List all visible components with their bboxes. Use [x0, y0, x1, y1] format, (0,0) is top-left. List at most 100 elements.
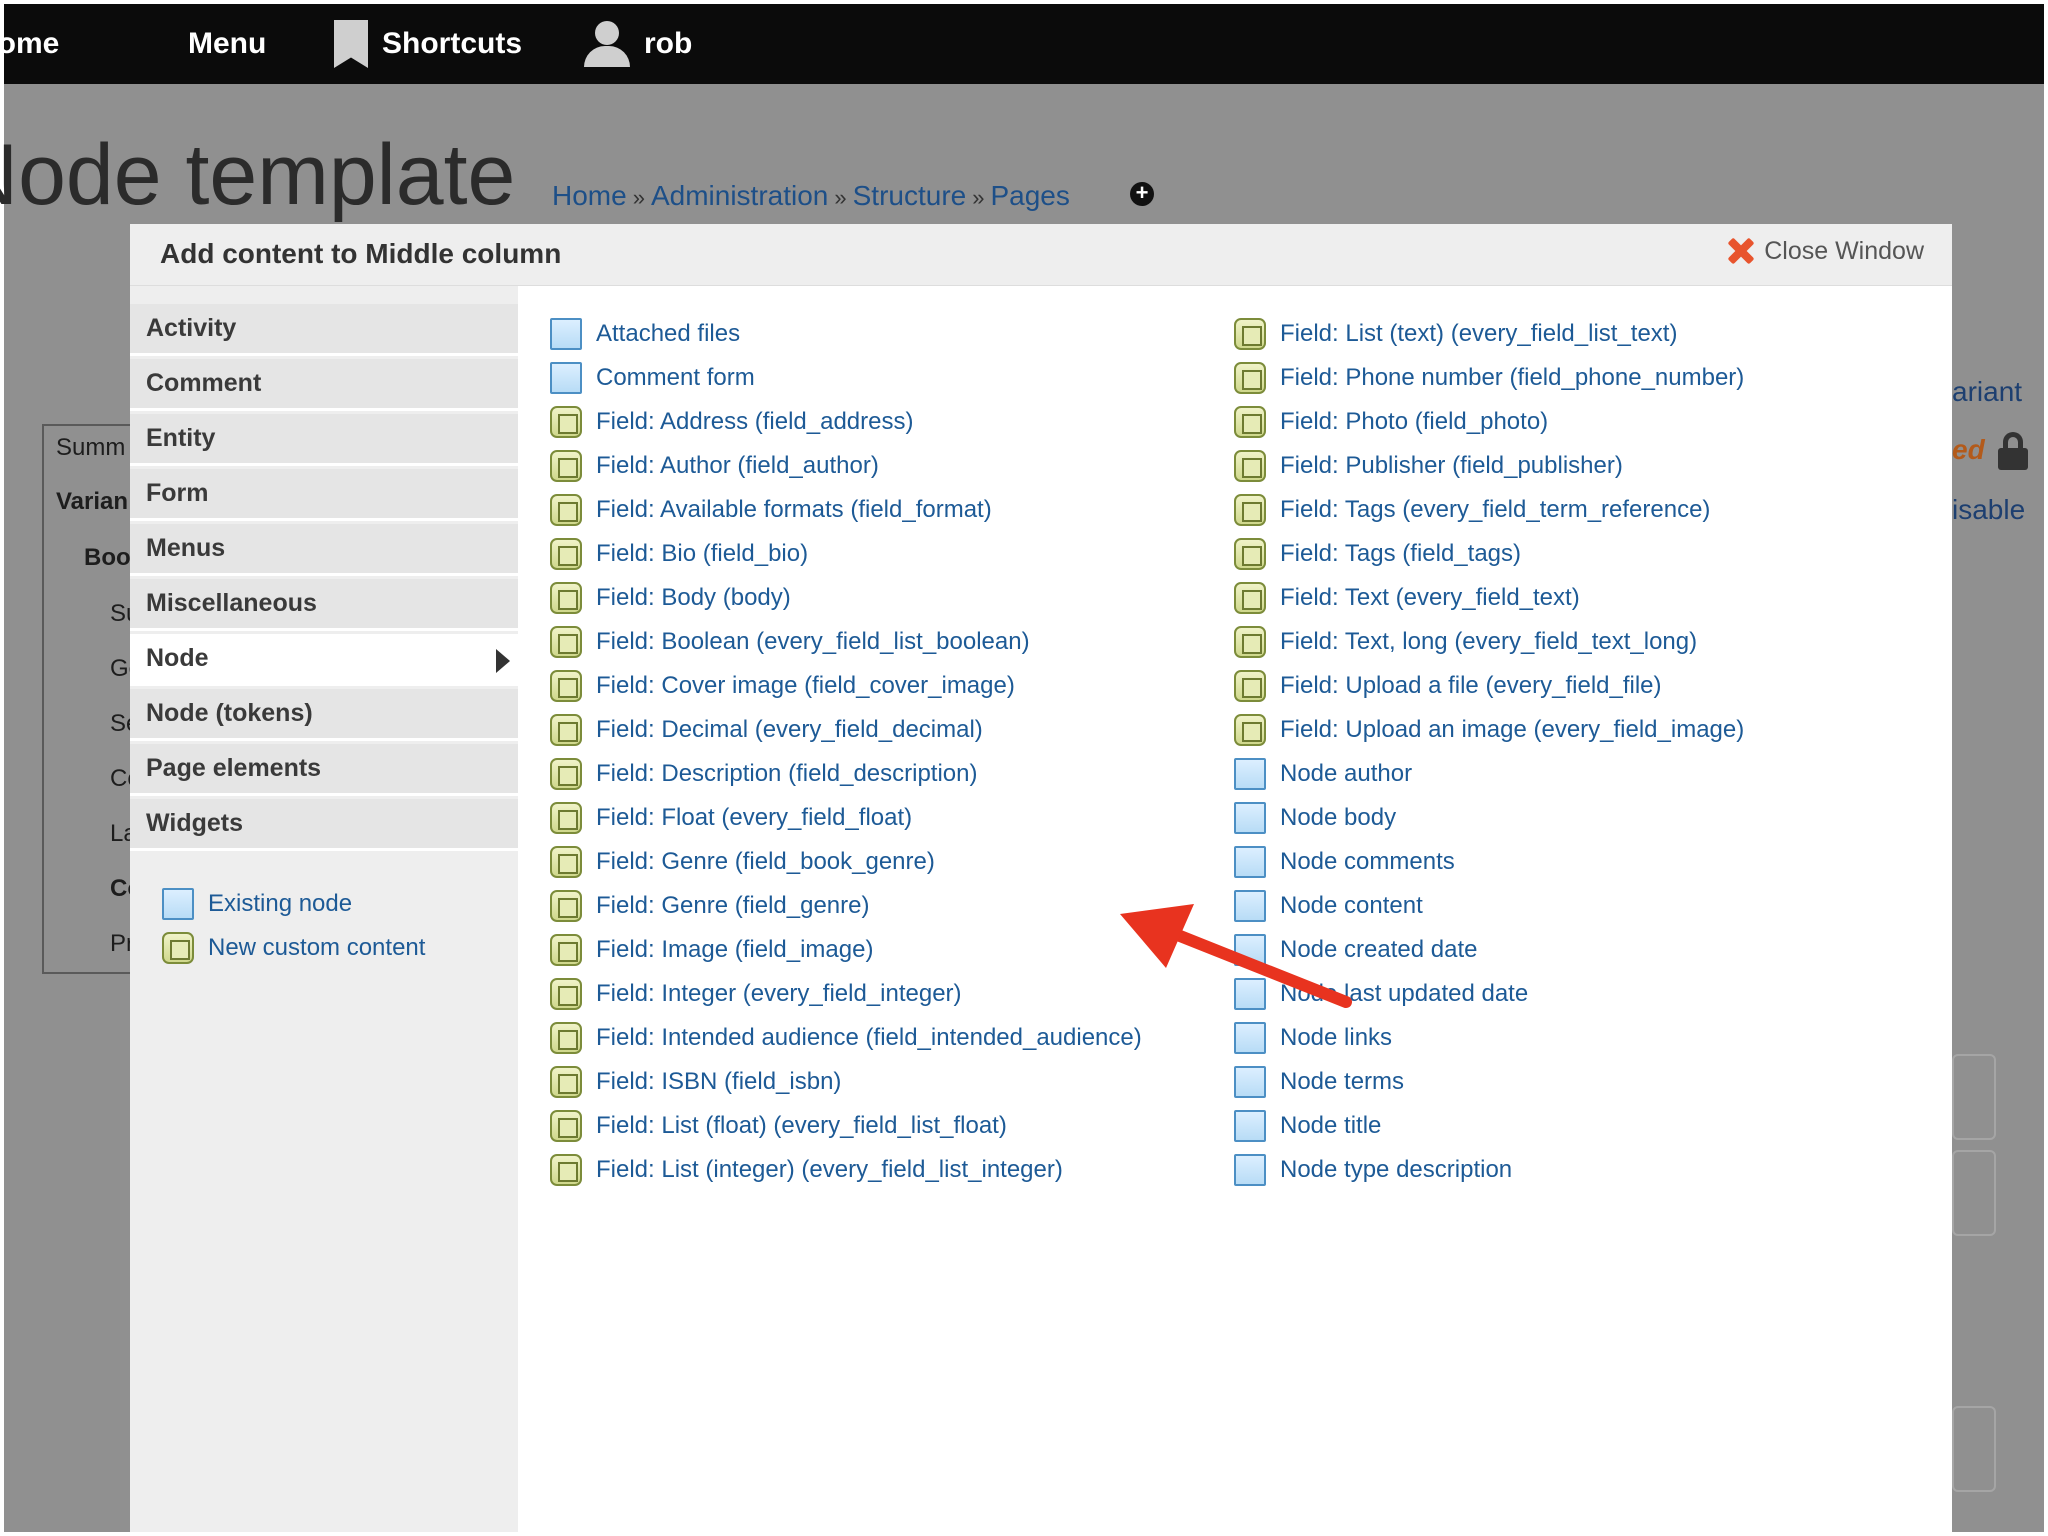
column-2-item-label: Field: List (text) (every_field_list_tex… — [1280, 320, 1678, 347]
column-2-item[interactable]: Field: Tags (field_tags) — [1234, 538, 1521, 570]
category-page-elements[interactable]: Page elements — [130, 744, 518, 796]
toolbar-home-label: Home — [0, 27, 60, 60]
column-2-item[interactable]: Field: Upload an image (every_field_imag… — [1234, 714, 1744, 746]
add-content-modal: Add content to Middle column Close Windo… — [130, 224, 1952, 1532]
column-1-item[interactable]: Field: Intended audience (field_intended… — [550, 1022, 1142, 1054]
toolbar-home-link[interactable]: Home — [0, 4, 59, 84]
bookmark-icon — [334, 20, 368, 68]
background-field-box — [1952, 1406, 1996, 1492]
column-2-item[interactable]: Node links — [1234, 1022, 1392, 1054]
column-1-item[interactable]: Field: Description (field_description) — [550, 758, 978, 790]
close-window-label: Close Window — [1764, 236, 1924, 265]
column-1-item-label: Field: Intended audience (field_intended… — [596, 1024, 1142, 1051]
document-icon — [1234, 1066, 1266, 1098]
category-entity[interactable]: Entity — [130, 414, 518, 466]
category-activity[interactable]: Activity — [130, 304, 518, 356]
toolbar-shortcuts-button[interactable]: Shortcuts — [334, 4, 522, 84]
column-1-item-label: Field: Genre (field_book_genre) — [596, 848, 935, 875]
toolbar-user-button[interactable]: rob — [584, 4, 692, 84]
column-1-item[interactable]: Field: Available formats (field_format) — [550, 494, 992, 526]
document-icon — [1234, 846, 1266, 878]
column-2-item[interactable]: Node title — [1234, 1110, 1381, 1142]
package-icon — [550, 582, 582, 614]
package-icon — [550, 934, 582, 966]
column-1-item[interactable]: Field: Genre (field_genre) — [550, 890, 869, 922]
add-shortcut-icon[interactable]: + — [1130, 182, 1154, 206]
close-window-button[interactable]: Close Window — [1726, 236, 1924, 266]
package-icon — [550, 978, 582, 1010]
package-icon — [550, 714, 582, 746]
column-2-item[interactable]: Field: Publisher (field_publisher) — [1234, 450, 1623, 482]
column-1-item[interactable]: Field: Decimal (every_field_decimal) — [550, 714, 983, 746]
column-2-item[interactable]: Field: Phone number (field_phone_number) — [1234, 362, 1744, 394]
column-2-item[interactable]: Field: Text, long (every_field_text_long… — [1234, 626, 1697, 658]
package-icon — [1234, 582, 1266, 614]
category-comment[interactable]: Comment — [130, 359, 518, 411]
column-2-item[interactable]: Node type description — [1234, 1154, 1512, 1186]
column-1-item[interactable]: Field: List (integer) (every_field_list_… — [550, 1154, 1063, 1186]
document-icon — [1234, 1154, 1266, 1186]
package-icon — [550, 494, 582, 526]
package-icon — [550, 626, 582, 658]
column-2-item[interactable]: Field: Upload a file (every_field_file) — [1234, 670, 1662, 702]
breadcrumb: Home» Administration» Structure» Pages — [552, 180, 1070, 211]
breadcrumb-home[interactable]: Home — [552, 180, 627, 211]
lock-icon — [1998, 432, 2028, 470]
column-1-item[interactable]: Field: Integer (every_field_integer) — [550, 978, 962, 1010]
close-icon — [1726, 236, 1756, 266]
hamburger-icon — [128, 22, 174, 66]
new-custom-content-link[interactable]: New custom content — [162, 932, 425, 964]
column-2-item[interactable]: Node terms — [1234, 1066, 1404, 1098]
column-1-item[interactable]: Attached files — [550, 318, 740, 350]
column-1-item[interactable]: Field: List (float) (every_field_list_fl… — [550, 1110, 1007, 1142]
category-widgets[interactable]: Widgets — [130, 799, 518, 851]
column-2-item[interactable]: Field: Tags (every_field_term_reference) — [1234, 494, 1710, 526]
category-miscellaneous[interactable]: Miscellaneous — [130, 579, 518, 631]
category-node[interactable]: Node — [130, 634, 518, 686]
column-1-item[interactable]: Field: Float (every_field_float) — [550, 802, 912, 834]
category-sidebar: Activity Comment Entity Form Menus Misce… — [130, 286, 518, 1532]
column-1-item-label: Field: Body (body) — [596, 584, 791, 611]
column-2-item[interactable]: Node body — [1234, 802, 1396, 834]
breadcrumb-pages[interactable]: Pages — [990, 180, 1069, 211]
category-form[interactable]: Form — [130, 469, 518, 521]
background-variant-label: ariant — [1952, 376, 2023, 407]
column-1-item[interactable]: Field: Author (field_author) — [550, 450, 879, 482]
column-1-item[interactable]: Field: Boolean (every_field_list_boolean… — [550, 626, 1030, 658]
column-1-item-label: Field: Bio (field_bio) — [596, 540, 809, 567]
column-1-item[interactable]: Field: Address (field_address) — [550, 406, 913, 438]
column-1-item-label: Field: List (integer) (every_field_list_… — [596, 1156, 1063, 1183]
toolbar-menu-button[interactable]: Menu — [128, 4, 266, 84]
column-1-item-label: Field: Float (every_field_float) — [596, 804, 913, 831]
column-2-item[interactable]: Field: Photo (field_photo) — [1234, 406, 1548, 438]
breadcrumb-structure[interactable]: Structure — [853, 180, 967, 211]
existing-node-link[interactable]: Existing node — [162, 888, 352, 920]
column-1-item[interactable]: Field: Bio (field_bio) — [550, 538, 808, 570]
column-1-item[interactable]: Field: ISBN (field_isbn) — [550, 1066, 841, 1098]
column-1-item[interactable]: Field: Cover image (field_cover_image) — [550, 670, 1015, 702]
column-1-item[interactable]: Field: Genre (field_book_genre) — [550, 846, 935, 878]
column-1-item[interactable]: Comment form — [550, 362, 755, 394]
background-field-box — [1952, 1150, 1996, 1236]
background-item-boo: Boo — [84, 544, 131, 571]
document-icon — [162, 888, 194, 920]
category-node-tokens[interactable]: Node (tokens) — [130, 689, 518, 741]
document-icon — [550, 362, 582, 394]
column-1-item[interactable]: Field: Body (body) — [550, 582, 791, 614]
package-icon — [1234, 494, 1266, 526]
column-1-item-label: Field: Cover image (field_cover_image) — [596, 672, 1015, 699]
column-2-item[interactable]: Field: Text (every_field_text) — [1234, 582, 1580, 614]
breadcrumb-administration[interactable]: Administration — [651, 180, 828, 211]
background-disable-link: isable — [1952, 494, 2026, 525]
category-menus[interactable]: Menus — [130, 524, 518, 576]
modal-header: Add content to Middle column Close Windo… — [130, 224, 1952, 286]
column-2-item-label: Node type description — [1280, 1156, 1513, 1183]
background-field-box — [1952, 1054, 1996, 1140]
column-2-item[interactable]: Field: List (text) (every_field_list_tex… — [1234, 318, 1677, 350]
column-2-item[interactable]: Node author — [1234, 758, 1412, 790]
column-1-item[interactable]: Field: Image (field_image) — [550, 934, 873, 966]
background-tab-summary: Summ — [56, 434, 126, 461]
column-2-item-label: Field: Photo (field_photo) — [1280, 408, 1549, 435]
column-1-item-label: Field: Integer (every_field_integer) — [596, 980, 962, 1007]
column-2-item[interactable]: Node comments — [1234, 846, 1455, 878]
